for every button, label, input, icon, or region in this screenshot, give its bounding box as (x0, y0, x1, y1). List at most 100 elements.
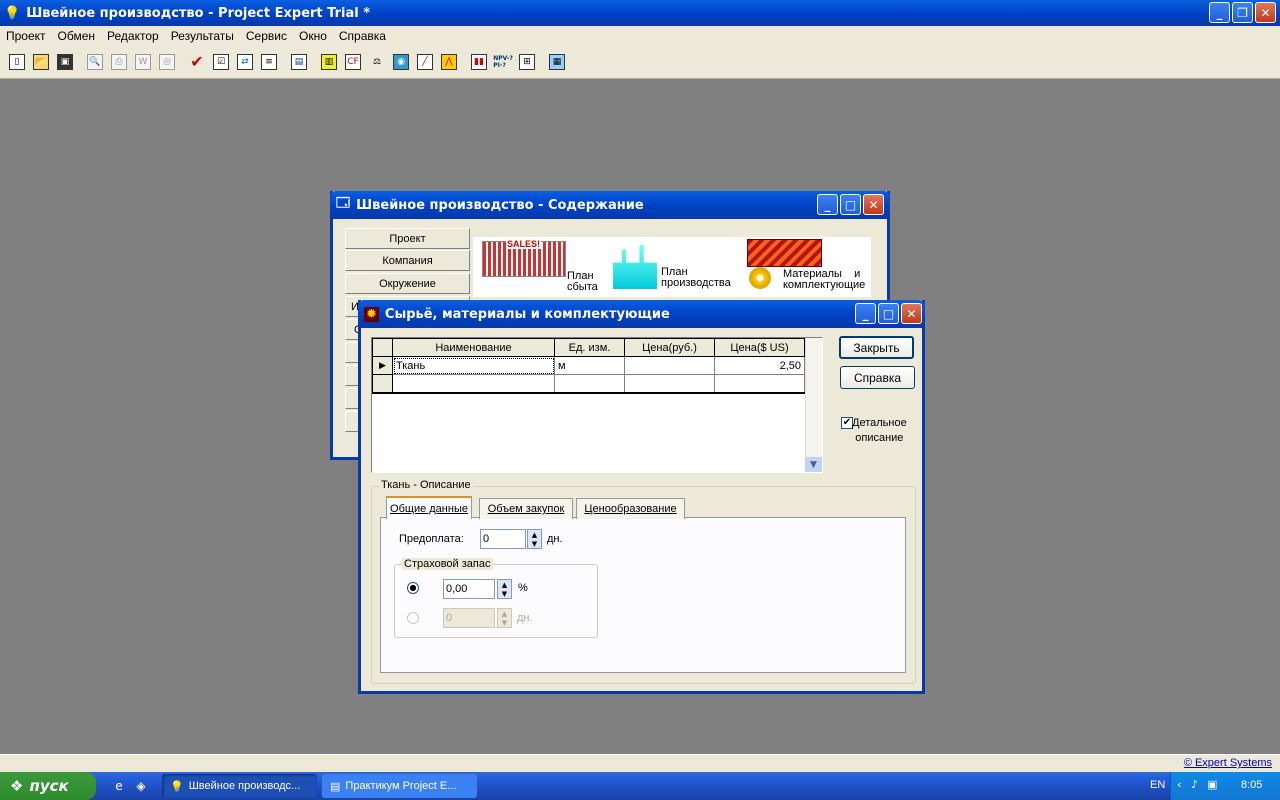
tab-general-data[interactable]: Общие данные (386, 496, 472, 519)
safety-stock-percent-stepper[interactable]: ▲ ▼ (497, 579, 512, 599)
checklist-icon[interactable]: ☑ (210, 51, 232, 73)
window-icon: 🗔 (336, 196, 351, 211)
preview-icon[interactable]: 🔍 (84, 51, 106, 73)
system-tray: ‹ ♪ ▣ 8:05 (1170, 772, 1280, 800)
windows-logo-icon: ❖ (10, 777, 24, 795)
npv-icon[interactable]: NPV-? PI-? (492, 51, 514, 73)
safety-stock-days-stepper[interactable]: ▲ ▼ (497, 608, 512, 628)
close-button[interactable]: ✕ (863, 194, 884, 215)
tab-pricing[interactable]: Ценообразование (576, 498, 685, 519)
minimize-button[interactable]: _ (817, 194, 838, 215)
task-sewing-production[interactable]: 💡 Швейное производс... (162, 774, 317, 798)
document-icon: ▤ (330, 780, 341, 793)
cell-price-usd[interactable] (714, 374, 805, 393)
new-file-icon[interactable]: ▯ (6, 51, 28, 73)
open-folder-icon[interactable]: 📂 (30, 51, 52, 73)
ie-icon[interactable]: e (108, 775, 130, 797)
production-plan-label: План производства (661, 266, 731, 289)
archive-icon[interactable]: ◎ (156, 51, 178, 73)
nav-project-button[interactable]: Проект (345, 228, 470, 249)
table-row[interactable]: ▶ Ткань м 2,50 (372, 356, 805, 375)
network-icon[interactable]: ▣ (1207, 778, 1217, 791)
percent-radio[interactable]: ● (407, 582, 419, 594)
start-button[interactable]: ❖ пуск (0, 772, 96, 800)
grid-header-row: Наименование Ед. изм. Цена(руб.) Цена($ … (372, 338, 805, 357)
safety-stock-days-input[interactable]: 0 (443, 608, 495, 628)
chart-icon[interactable]: ╱ (414, 51, 436, 73)
menu-exchange[interactable]: Обмен (52, 29, 102, 43)
calc-icon[interactable]: CF (342, 51, 364, 73)
table-row[interactable] (372, 374, 805, 393)
list-icon[interactable]: ▥ (318, 51, 340, 73)
help-button[interactable]: Справка (840, 366, 915, 389)
minimize-button[interactable]: _ (1209, 2, 1230, 23)
row-indicator (372, 374, 393, 393)
check-icon[interactable]: ✔ (186, 51, 208, 73)
nav-company-button[interactable]: Компания (345, 250, 470, 271)
print-icon[interactable]: ⎙ (108, 51, 130, 73)
production-plan-section[interactable]: План производства (613, 239, 733, 294)
stats-icon[interactable]: ▮▮ (468, 51, 490, 73)
materials-section[interactable]: Материалы и комплектующие (747, 239, 871, 295)
minimize-button[interactable]: _ (855, 303, 876, 324)
menu-help[interactable]: Справка (333, 29, 392, 43)
days-radio[interactable] (407, 612, 419, 624)
safety-stock-percent-input[interactable]: 0,00 (443, 579, 495, 599)
save-icon[interactable]: ▣ (54, 51, 76, 73)
notes-icon[interactable]: ≡ (258, 51, 280, 73)
gear-icon: ✹ (364, 306, 379, 322)
menu-editor[interactable]: Редактор (101, 29, 165, 43)
transfer-icon[interactable]: ⇄ (234, 51, 256, 73)
close-button[interactable]: ✕ (1255, 2, 1276, 23)
report-icon[interactable]: ▤ (288, 51, 310, 73)
restore-button[interactable]: ❐ (1232, 2, 1253, 23)
browse-icon[interactable]: ◉ (390, 51, 412, 73)
desktop-icon[interactable]: ◈ (130, 775, 152, 797)
word-icon[interactable]: W (132, 51, 154, 73)
maximize-button[interactable]: □ (840, 194, 861, 215)
cell-unit[interactable] (554, 374, 625, 393)
language-indicator[interactable]: EN (1150, 779, 1165, 791)
start-label: пуск (29, 777, 69, 795)
table-icon[interactable]: ▦ (546, 51, 568, 73)
graph-icon[interactable]: ⋀ (438, 51, 460, 73)
sales-plan-section[interactable]: SALES! План сбыта (482, 239, 598, 294)
prepayment-stepper[interactable]: ▲ ▼ (527, 529, 542, 549)
volume-icon[interactable]: ♪ (1191, 778, 1198, 791)
materials-grid[interactable]: Наименование Ед. изм. Цена(руб.) Цена($ … (371, 337, 823, 473)
tab-purchase-volume[interactable]: Объем закупок (479, 498, 573, 519)
menu-project[interactable]: Проект (0, 29, 52, 43)
grid-vertical-scrollbar[interactable]: ▼ (805, 338, 822, 472)
tray-expand-icon[interactable]: ‹ (1177, 778, 1181, 791)
column-header-name[interactable]: Наименование (392, 338, 555, 357)
cell-price-usd[interactable]: 2,50 (714, 356, 805, 375)
prepayment-unit: дн. (547, 533, 563, 545)
app-title: Швейное производство - Project Expert Tr… (26, 5, 371, 21)
maximize-button[interactable]: □ (878, 303, 899, 324)
nav-environment-button[interactable]: Окружение (345, 273, 470, 294)
cell-unit[interactable]: м (554, 356, 625, 375)
cell-price-rub[interactable] (624, 356, 715, 375)
task-label: Швейное производс... (188, 780, 301, 792)
task-practicum[interactable]: ▤ Практикум Project E... (322, 774, 477, 798)
column-header-price-usd[interactable]: Цена($ US) (714, 338, 805, 357)
cell-name[interactable] (392, 374, 555, 393)
column-header-unit[interactable]: Ед. изм. (554, 338, 625, 357)
cell-price-rub[interactable] (624, 374, 715, 393)
menu-window[interactable]: Окно (293, 29, 333, 43)
days-unit: дн. (517, 612, 533, 624)
prepayment-input[interactable]: 0 (480, 529, 526, 549)
menu-results[interactable]: Результаты (165, 29, 240, 43)
balance-icon[interactable]: ⚖ (366, 51, 388, 73)
menu-service[interactable]: Сервис (240, 29, 293, 43)
cell-name[interactable]: Ткань (392, 356, 555, 375)
materials-dialog: ✹ Сырьё, материалы и комплектующие _ □ ✕… (358, 300, 925, 694)
scroll-down-arrow-icon[interactable]: ▼ (805, 457, 822, 472)
factory-picture (613, 245, 657, 289)
column-header-price-rub[interactable]: Цена(руб.) (624, 338, 715, 357)
close-button[interactable]: ✕ (901, 303, 922, 324)
close-dialog-button[interactable]: Закрыть (839, 336, 914, 359)
tree-icon[interactable]: ⊞ (516, 51, 538, 73)
copyright-link[interactable]: © Expert Systems (1184, 757, 1272, 769)
row-indicator-header (372, 338, 393, 357)
